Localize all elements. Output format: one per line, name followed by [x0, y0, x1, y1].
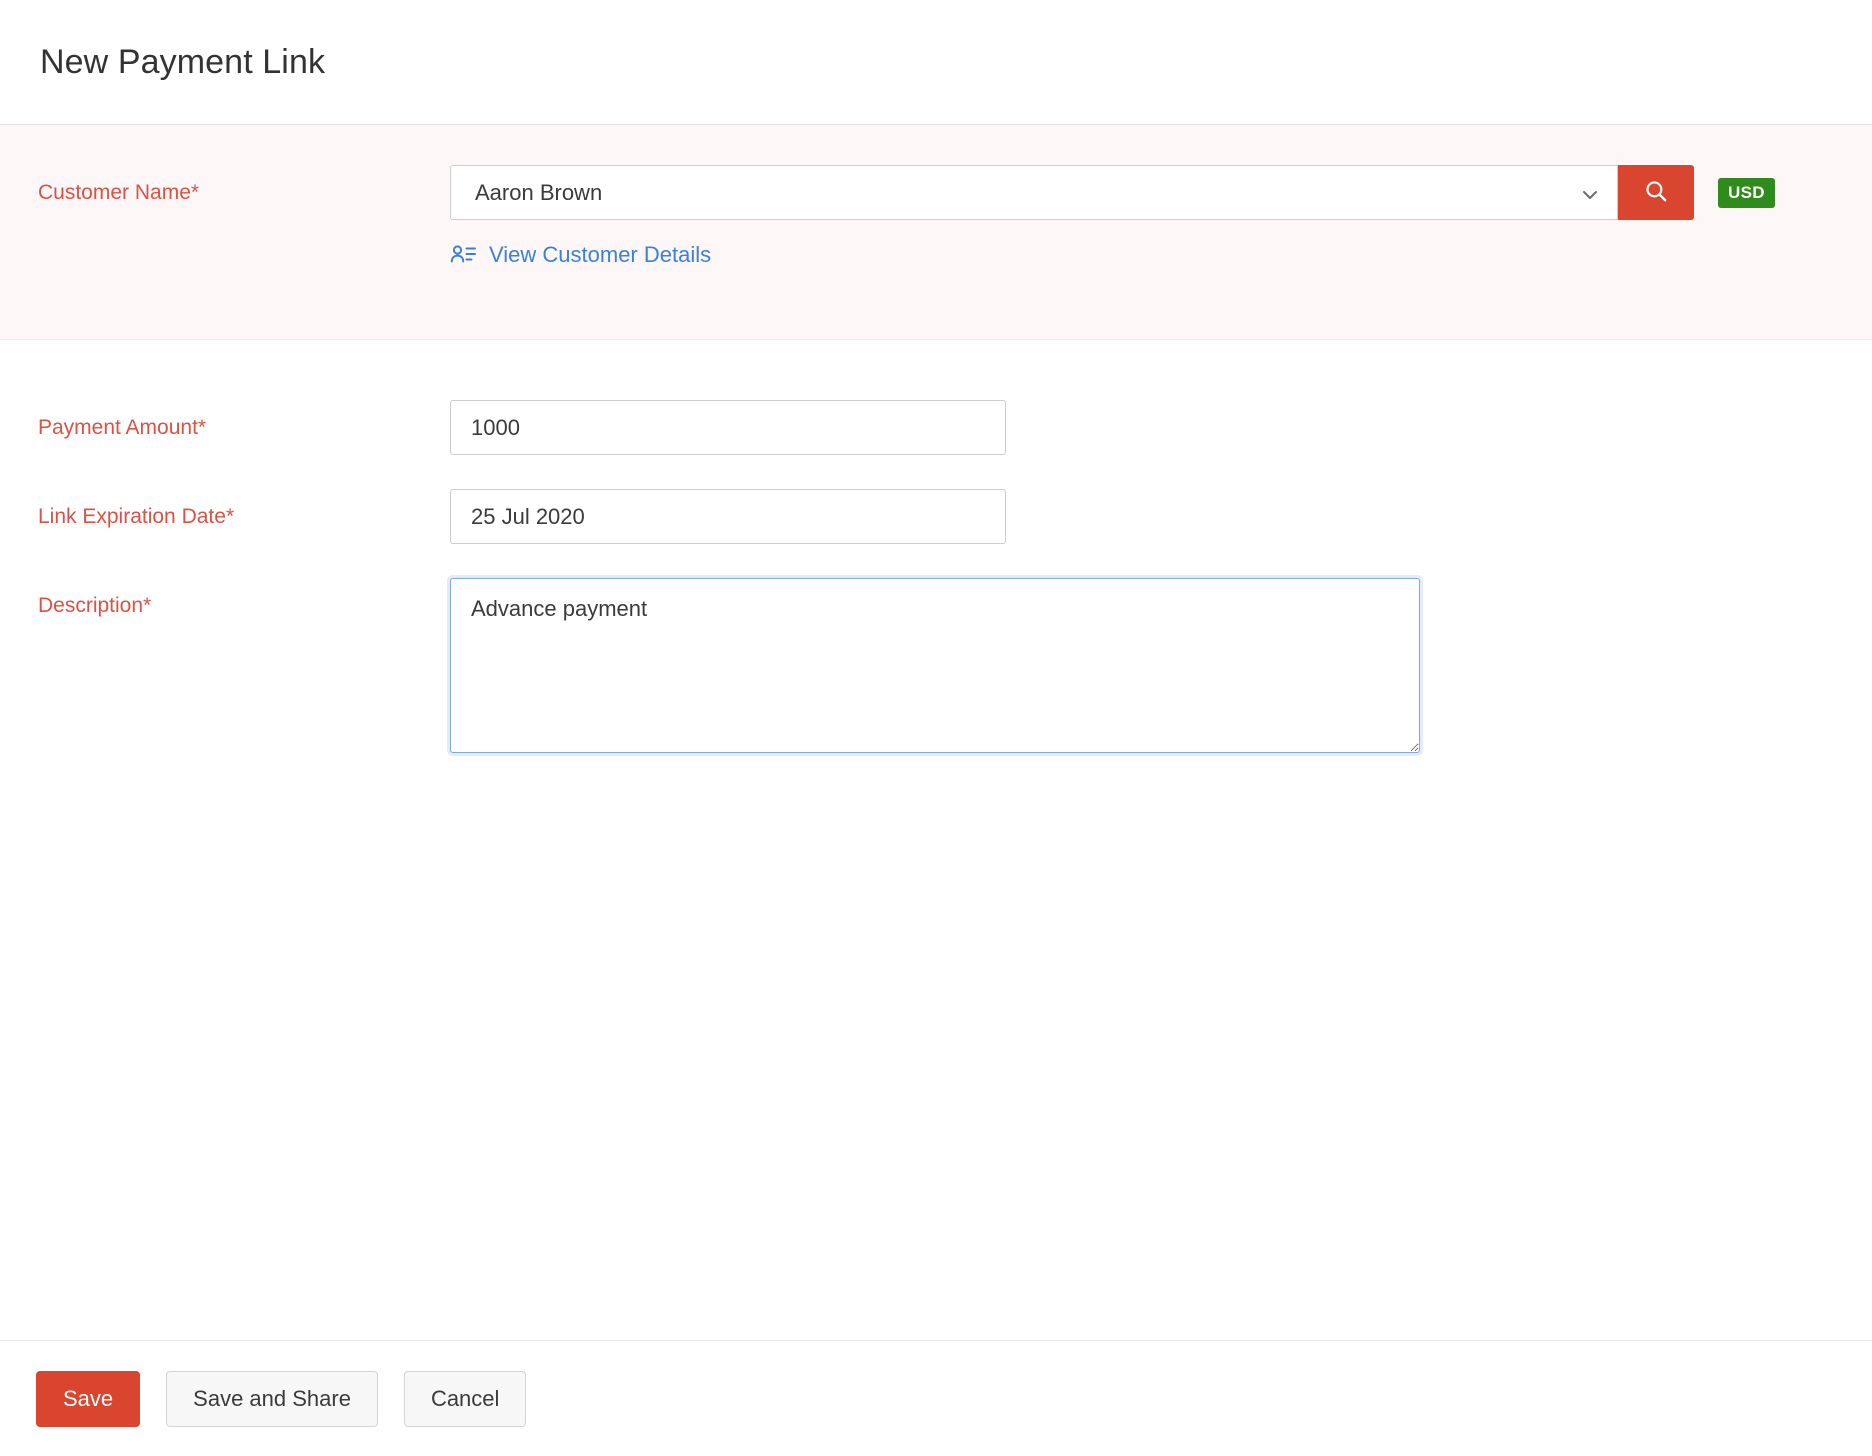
link-expiration-date-input[interactable]	[450, 489, 1006, 544]
link-expiration-date-control	[450, 489, 1872, 544]
description-label: Description*	[38, 578, 450, 620]
customer-name-value: Aaron Brown	[475, 180, 602, 206]
payment-amount-input[interactable]	[450, 400, 1006, 455]
page-title: New Payment Link	[40, 43, 325, 82]
customer-search-button[interactable]	[1618, 165, 1694, 220]
description-label-text: Description	[38, 594, 143, 617]
save-and-share-button[interactable]: Save and Share	[166, 1371, 378, 1427]
chevron-down-icon	[1581, 184, 1599, 202]
payment-amount-control	[450, 400, 1872, 455]
form-body: Payment Amount* Link Expiration Date* De…	[0, 340, 1872, 758]
required-marker: *	[226, 505, 234, 528]
view-customer-details-label: View Customer Details	[489, 242, 711, 268]
customer-name-label: Customer Name*	[38, 165, 450, 207]
required-marker: *	[191, 181, 199, 204]
payment-amount-label: Payment Amount*	[38, 400, 450, 442]
save-button[interactable]: Save	[36, 1371, 140, 1427]
required-marker: *	[198, 416, 206, 439]
customer-name-row: Customer Name* Aaron Brown	[0, 165, 1872, 273]
customer-section: Customer Name* Aaron Brown	[0, 125, 1872, 340]
payment-amount-label-text: Payment Amount	[38, 416, 198, 439]
customer-select-group: Aaron Brown USD	[450, 165, 1872, 220]
customer-name-control: Aaron Brown USD	[450, 165, 1872, 273]
contact-details-icon	[450, 242, 476, 268]
customer-name-label-text: Customer Name	[38, 181, 191, 204]
currency-badge: USD	[1718, 178, 1775, 208]
description-textarea[interactable]: Advance payment	[450, 578, 1420, 753]
payment-amount-row: Payment Amount*	[0, 400, 1872, 455]
footer-action-bar: Save Save and Share Cancel	[0, 1340, 1872, 1456]
page-header: New Payment Link	[0, 0, 1872, 125]
view-customer-details-link[interactable]: View Customer Details	[450, 242, 711, 268]
customer-name-select[interactable]: Aaron Brown	[450, 165, 1618, 220]
description-control: Advance payment	[450, 578, 1872, 758]
description-row: Description* Advance payment	[0, 578, 1872, 758]
link-expiration-date-label-text: Link Expiration Date	[38, 505, 226, 528]
link-expiration-date-row: Link Expiration Date*	[0, 489, 1872, 544]
link-expiration-date-label: Link Expiration Date*	[38, 489, 450, 531]
cancel-button[interactable]: Cancel	[404, 1371, 526, 1427]
required-marker: *	[143, 594, 151, 617]
search-icon	[1643, 178, 1669, 207]
